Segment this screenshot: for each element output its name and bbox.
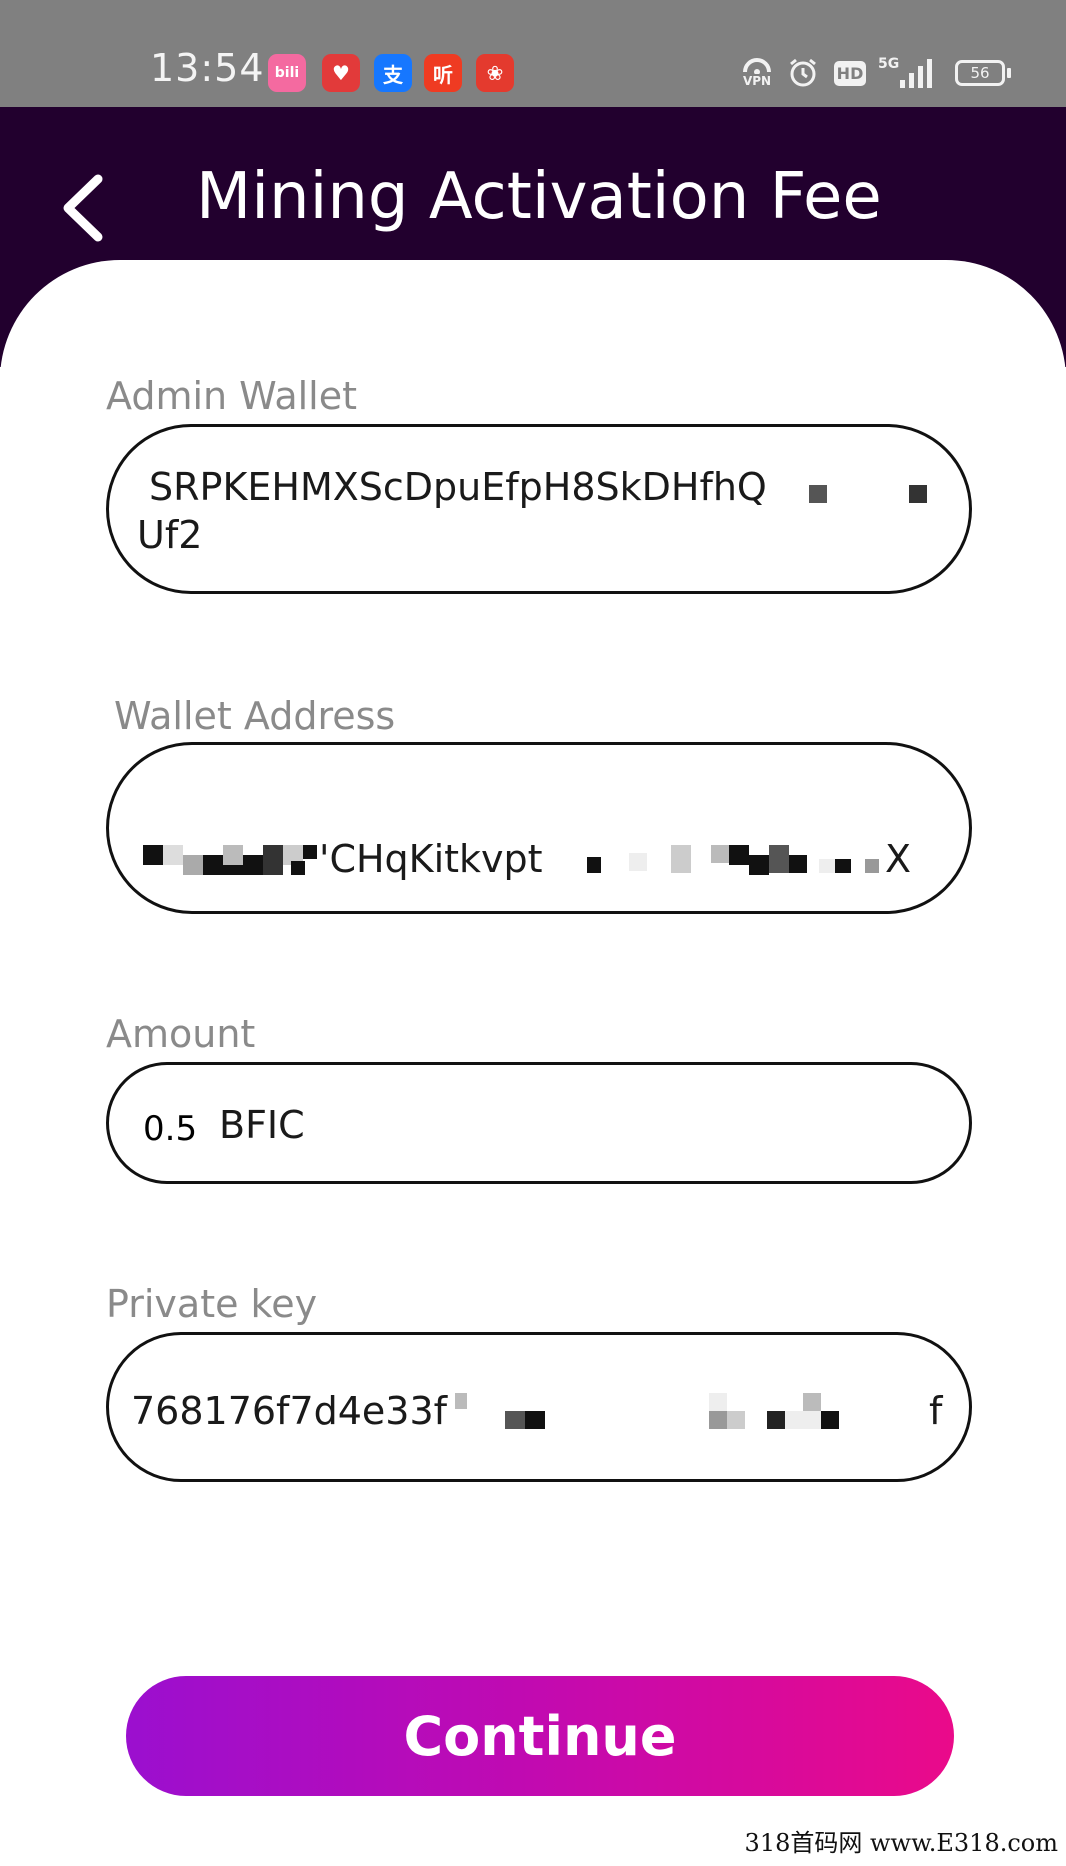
redaction-pixel <box>709 1393 727 1411</box>
redaction-pixel <box>767 1411 785 1429</box>
redaction-pixel <box>727 1411 745 1429</box>
private-key-start: 768176f7d4e33f <box>131 1389 448 1433</box>
redaction-pixel <box>525 1411 545 1429</box>
wallet-address-visible: 'CHqKitkvpt <box>319 837 543 881</box>
redaction-pixel <box>455 1393 467 1409</box>
continue-button[interactable]: Continue <box>126 1676 954 1796</box>
amount-unit: BFIC <box>219 1103 305 1147</box>
admin-wallet-line1: SRPKEHMXScDpuEfpH8SkDHfhQ <box>149 465 767 509</box>
redaction-pixel <box>729 845 749 865</box>
chevron-left-icon[interactable] <box>58 173 108 243</box>
redaction-pixel <box>865 859 879 873</box>
redaction-pixel <box>291 861 305 875</box>
redaction-pixel <box>223 845 243 865</box>
private-key-field[interactable]: 768176f7d4e33f f <box>106 1332 972 1482</box>
alarm-clock-icon <box>786 56 820 90</box>
status-time: 13:54 <box>150 46 265 90</box>
hd-icon: HD <box>833 56 867 90</box>
redaction-pixel <box>629 853 647 871</box>
admin-wallet-field[interactable]: SRPKEHMXScDpuEfpH8SkDHfhQ Uf2 <box>106 424 972 594</box>
admin-wallet-line2: Uf2 <box>137 513 203 557</box>
redaction-pixel <box>785 1411 803 1429</box>
redaction-pixel <box>821 1411 839 1429</box>
redaction-pixel <box>203 855 223 875</box>
redaction-pixel <box>143 845 163 865</box>
page-title: Mining Activation Fee <box>196 160 882 234</box>
flower-app-icon: ❀ <box>476 54 514 92</box>
redaction-pixel <box>223 865 243 875</box>
amount-field[interactable]: 0.5 BFIC <box>106 1062 972 1184</box>
redaction-pixel <box>789 855 807 873</box>
watermark-text: 318首码网 www.E318.com <box>744 1829 1058 1857</box>
listen-app-icon: 听 <box>424 54 462 92</box>
redaction-pixel <box>711 845 729 863</box>
amount-label: Amount <box>106 1012 256 1056</box>
redaction-pixel <box>803 1393 821 1411</box>
signal-5g-icon: 5G <box>878 56 938 90</box>
redaction-pixel <box>835 859 851 873</box>
redaction-pixel <box>709 1411 727 1429</box>
redaction-pixel <box>243 855 263 875</box>
redaction-pixel <box>671 845 691 873</box>
bilibili-app-icon: bili <box>268 54 306 92</box>
private-key-label: Private key <box>106 1282 318 1326</box>
redaction-pixel <box>587 857 601 873</box>
wallet-address-end: X <box>885 837 912 881</box>
amount-value: 0.5 <box>143 1109 198 1149</box>
wallet-address-field[interactable]: 'CHqKitkvpt X <box>106 742 972 914</box>
private-key-end: f <box>929 1389 943 1433</box>
status-bar: 13:54 bili ♥ 支 听 ❀ VPN HD 5G 56 <box>0 0 1066 107</box>
redaction-pixel <box>163 845 183 865</box>
heart-app-icon: ♥ <box>322 54 360 92</box>
redaction-pixel <box>809 485 827 503</box>
vpn-icon: VPN <box>740 56 774 90</box>
redaction-pixel <box>183 855 203 875</box>
redaction-pixel <box>505 1411 525 1429</box>
redaction-pixel <box>769 845 789 873</box>
redaction-pixel <box>909 485 927 503</box>
redaction-pixel <box>819 859 835 873</box>
redaction-pixel <box>303 845 317 859</box>
admin-wallet-label: Admin Wallet <box>106 374 358 418</box>
battery-icon: 56 <box>954 56 1012 90</box>
redaction-pixel <box>263 845 283 875</box>
redaction-pixel <box>749 855 769 875</box>
alipay-app-icon: 支 <box>374 54 412 92</box>
redaction-pixel <box>803 1411 821 1429</box>
wallet-address-label: Wallet Address <box>114 694 396 738</box>
